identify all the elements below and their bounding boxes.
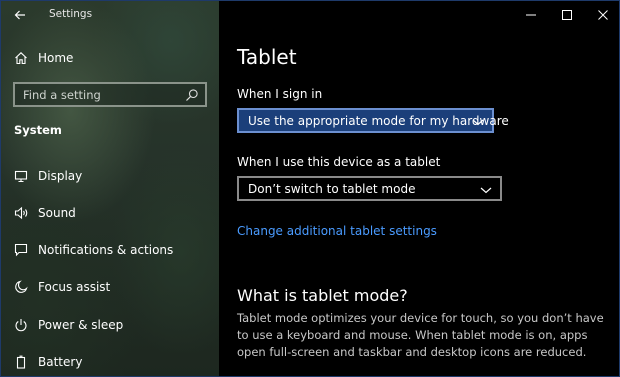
minimize-button[interactable]	[513, 1, 549, 29]
sidebar-item-sound[interactable]: Sound	[1, 198, 219, 228]
main-content: Tablet When I sign in Use the appropriat…	[219, 1, 619, 376]
sidebar-item-label: Power & sleep	[38, 318, 124, 332]
moon-icon	[13, 279, 29, 295]
sidebar-item-label: Focus assist	[38, 280, 111, 294]
dropdown-value: Don’t switch to tablet mode	[248, 181, 416, 196]
sidebar-item-battery[interactable]: Battery	[1, 347, 219, 376]
page-title: Tablet	[237, 45, 297, 69]
maximize-button[interactable]	[549, 1, 585, 29]
battery-icon	[13, 354, 29, 370]
sidebar-item-label: Home	[38, 51, 74, 65]
sidebar-item-power-sleep[interactable]: Power & sleep	[1, 310, 219, 340]
settings-window: Settings Home System	[0, 0, 620, 377]
search-box[interactable]	[13, 82, 207, 107]
close-icon	[598, 10, 608, 20]
search-input[interactable]	[15, 84, 183, 105]
chevron-down-icon	[472, 119, 484, 126]
sidebar-item-home[interactable]: Home	[1, 43, 219, 73]
additional-tablet-settings-link[interactable]: Change additional tablet settings	[237, 224, 437, 238]
sign-in-label: When I sign in	[237, 87, 323, 101]
title-bar: Settings	[1, 1, 219, 29]
power-icon	[13, 317, 29, 333]
sidebar-item-label: Battery	[38, 355, 83, 369]
notification-icon	[13, 242, 29, 258]
home-icon	[13, 50, 29, 66]
description-text: Tablet mode optimizes your device for to…	[237, 311, 604, 359]
chevron-down-icon	[480, 187, 492, 194]
section-heading: System	[14, 123, 62, 137]
speaker-icon	[13, 205, 29, 221]
sidebar-item-label: Notifications & actions	[38, 243, 174, 257]
back-arrow-icon	[14, 10, 25, 20]
monitor-icon	[13, 168, 29, 184]
sidebar: Settings Home System	[1, 1, 219, 376]
minimize-icon	[526, 14, 536, 16]
window-controls	[513, 1, 619, 29]
window-title: Settings	[49, 8, 93, 20]
sidebar-item-label: Display	[38, 169, 83, 183]
sidebar-item-focus-assist[interactable]: Focus assist	[1, 272, 219, 302]
back-button[interactable]	[9, 5, 31, 25]
tablet-mode-dropdown[interactable]: Don’t switch to tablet mode	[237, 176, 502, 201]
sidebar-item-label: Sound	[38, 206, 76, 220]
dropdown-value: Use the appropriate mode for my hardware	[248, 113, 509, 128]
search-icon[interactable]	[185, 88, 199, 102]
tablet-use-label: When I use this device as a tablet	[237, 155, 441, 169]
close-button[interactable]	[585, 1, 619, 29]
sidebar-item-display[interactable]: Display	[1, 161, 219, 191]
section-heading: What is tablet mode?	[237, 286, 408, 305]
maximize-icon	[562, 10, 572, 20]
sign-in-mode-dropdown[interactable]: Use the appropriate mode for my hardware	[237, 108, 509, 133]
sidebar-item-notifications[interactable]: Notifications & actions	[1, 235, 219, 265]
